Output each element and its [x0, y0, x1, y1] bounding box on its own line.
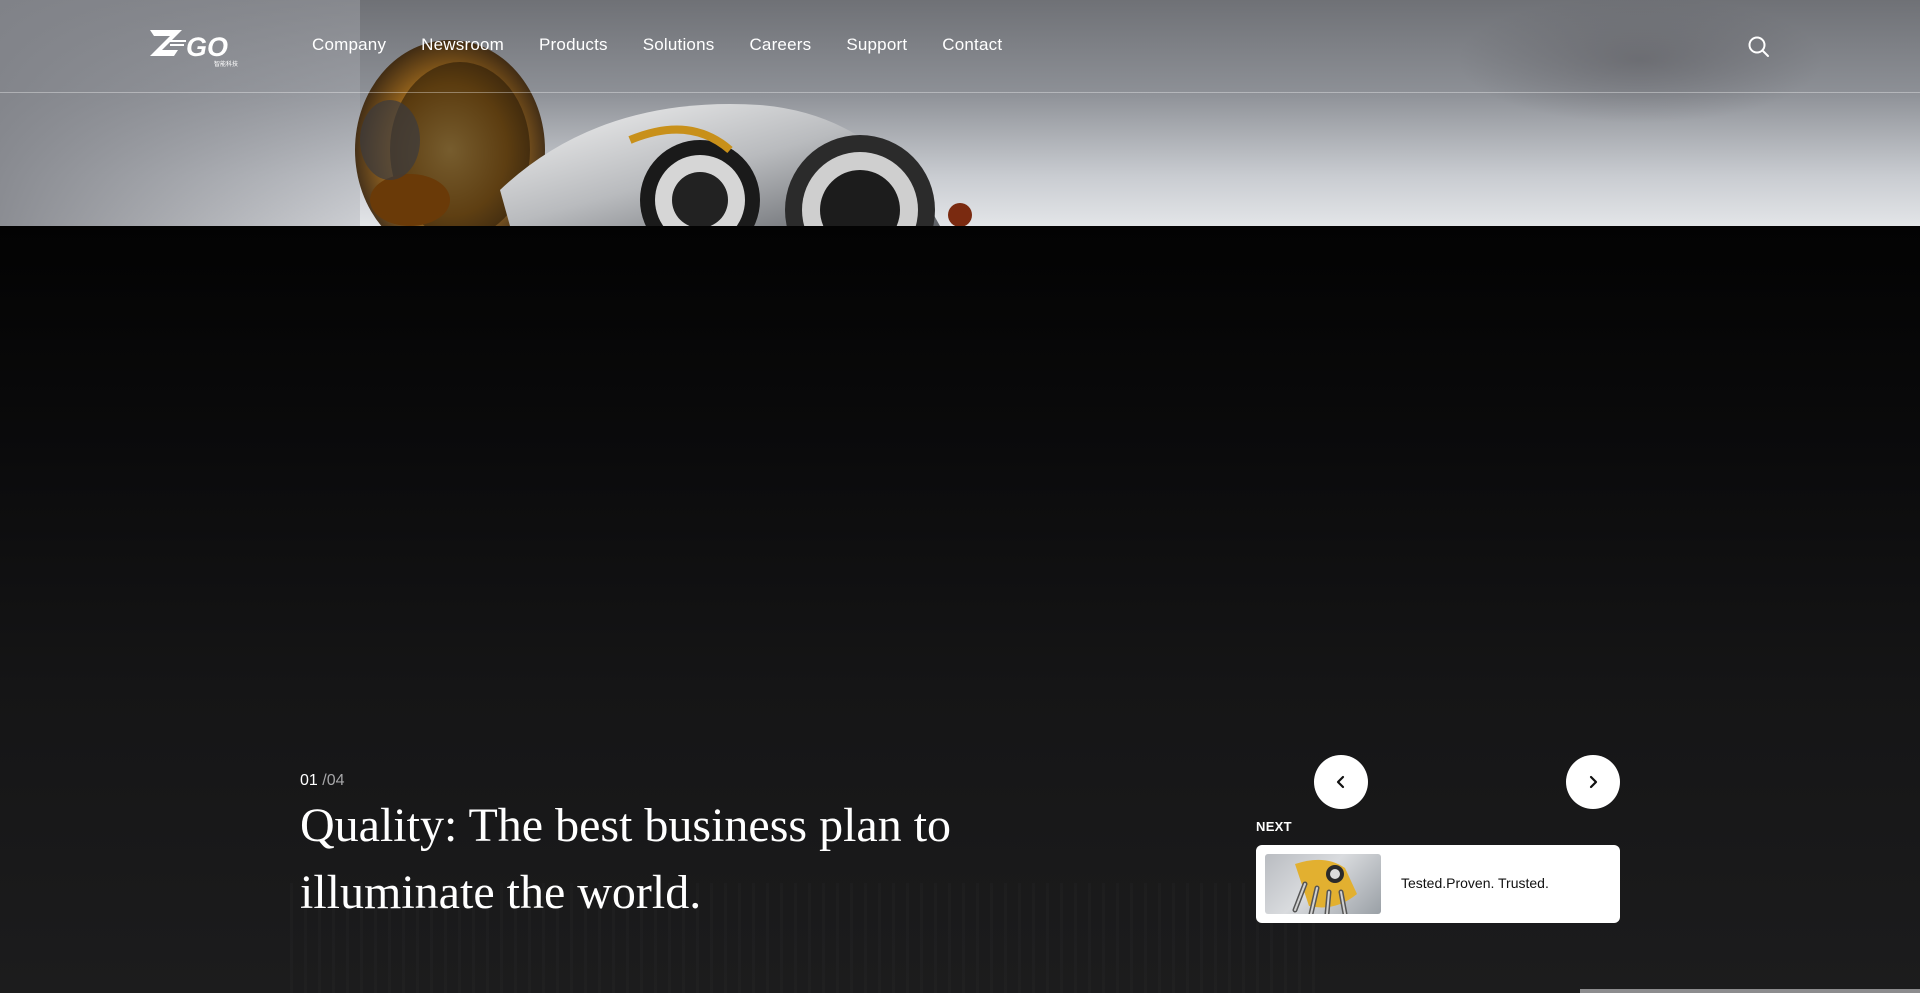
nav-item-products[interactable]: Products [539, 34, 608, 56]
nav-item-solutions[interactable]: Solutions [643, 34, 715, 56]
slide-total: /04 [322, 772, 345, 789]
nav-item-support[interactable]: Support [846, 34, 907, 56]
logo-text: GO [186, 32, 228, 62]
site-header: GO 智能科技 Company Newsroom Products Soluti… [0, 0, 1920, 93]
nav-item-newsroom[interactable]: Newsroom [421, 34, 504, 56]
main-nav: Company Newsroom Products Solutions Care… [312, 34, 1037, 56]
search-icon [1748, 36, 1769, 57]
slide-current: 01 [300, 772, 318, 789]
nav-item-company[interactable]: Company [312, 34, 386, 56]
next-slide-button[interactable] [1566, 755, 1620, 809]
chevron-right-icon [1589, 775, 1598, 789]
nav-item-careers[interactable]: Careers [749, 34, 811, 56]
logo-subtext: 智能科技 [214, 60, 238, 68]
nav-item-contact[interactable]: Contact [942, 34, 1002, 56]
robot-hand-image [1292, 859, 1357, 914]
next-label: NEXT [1256, 819, 1292, 834]
zgo-logo[interactable]: GO 智能科技 [148, 26, 244, 68]
slide-counter: 01 /04 [300, 771, 345, 791]
prev-slide-button[interactable] [1314, 755, 1368, 809]
search-button[interactable] [1746, 34, 1772, 60]
next-slide-thumbnail [1265, 854, 1381, 914]
slide-headline: Quality: The best business plan to illum… [300, 799, 952, 919]
next-slide-title: Tested.Proven. Trusted. [1401, 875, 1549, 891]
chevron-left-icon [1336, 775, 1345, 789]
slide-progress-bar [1580, 989, 1920, 993]
next-slide-card[interactable]: Tested.Proven. Trusted. [1256, 845, 1620, 923]
